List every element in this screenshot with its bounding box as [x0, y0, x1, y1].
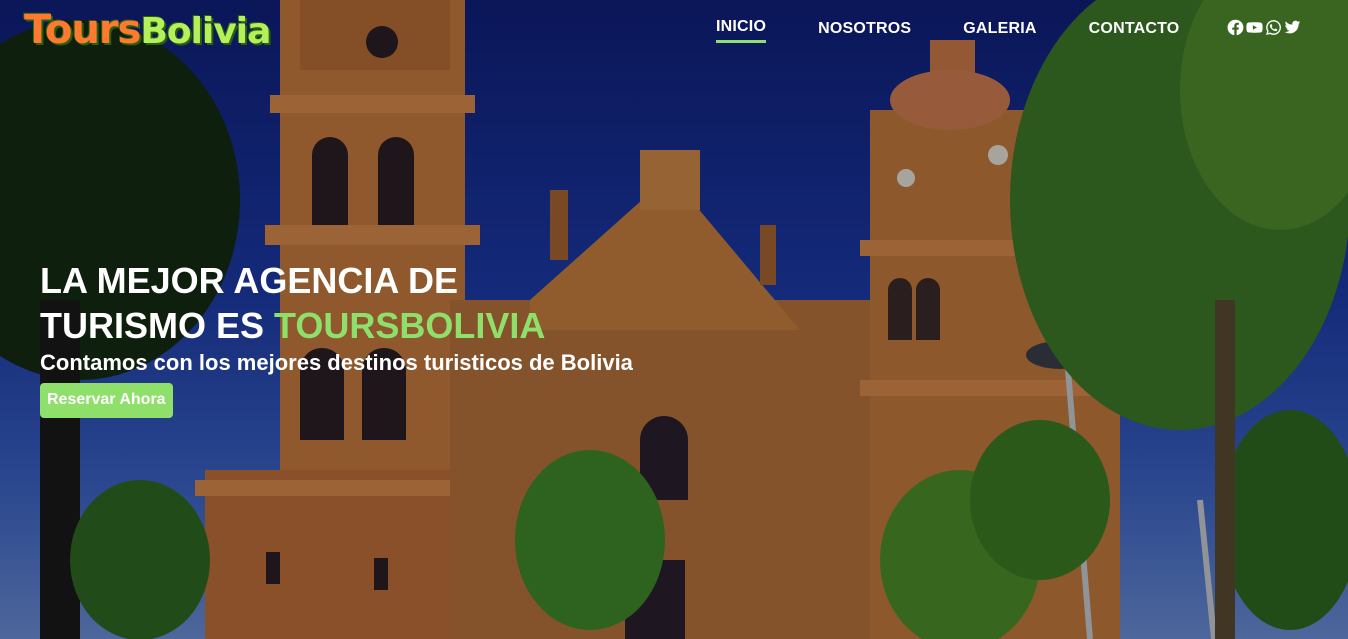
- main-nav: INICIO NOSOTROS GALERIA CONTACTO: [716, 18, 1231, 43]
- hero-section: LA MEJOR AGENCIA DE TURISMO ES TOURSBOLI…: [40, 258, 633, 418]
- twitter-icon[interactable]: [1284, 19, 1301, 36]
- nav-item-contacto[interactable]: CONTACTO: [1089, 20, 1180, 42]
- whatsapp-icon[interactable]: [1265, 19, 1282, 36]
- hero-title-brand: TOURSBOLIVIA: [274, 305, 546, 346]
- hero-title: LA MEJOR AGENCIA DE TURISMO ES TOURSBOLI…: [40, 258, 633, 348]
- nav-item-inicio[interactable]: INICIO: [716, 18, 767, 43]
- nav-item-galeria[interactable]: GALERIA: [963, 20, 1036, 42]
- hero-title-line2-prefix: TURISMO ES: [40, 305, 275, 346]
- site-logo[interactable]: ToursBolivia: [24, 6, 271, 56]
- logo-part-tours: Tours: [24, 7, 141, 53]
- hero-subtitle: Contamos con los mejores destinos turist…: [40, 350, 633, 375]
- nav-item-nosotros[interactable]: NOSOTROS: [818, 20, 911, 42]
- logo-part-bolivia: Bolivia: [140, 11, 271, 52]
- reservar-button[interactable]: Reservar Ahora: [40, 383, 173, 418]
- facebook-icon[interactable]: [1227, 19, 1244, 36]
- hero-title-line1: LA MEJOR AGENCIA DE: [40, 260, 459, 301]
- social-links: [1227, 19, 1301, 36]
- youtube-icon[interactable]: [1246, 19, 1263, 36]
